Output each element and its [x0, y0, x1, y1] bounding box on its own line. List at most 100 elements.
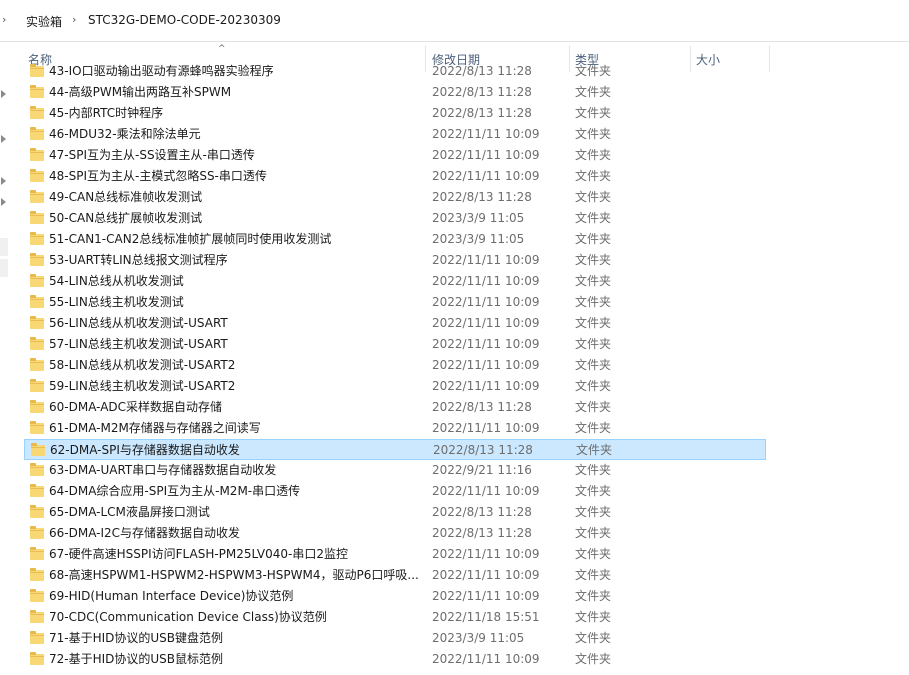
- item-type: 文件夹: [575, 505, 612, 519]
- modified-date: 2023/3/9 11:05: [432, 211, 525, 225]
- folder-name: 50-CAN总线扩展帧收发测试: [49, 211, 203, 225]
- folder-row[interactable]: 54-LIN总线从机收发测试 2022/11/11 10:09 文件夹: [24, 271, 766, 292]
- folder-row[interactable]: 44-高级PWM输出两路互补SPWM 2022/8/13 11:28 文件夹: [24, 82, 766, 103]
- folder-row[interactable]: 65-DMA-LCM液晶屏接口测试 2022/8/13 11:28 文件夹: [24, 502, 766, 523]
- folder-row[interactable]: 67-硬件高速HSSPI访问FLASH-PM25LV040-串口2监控 2022/…: [24, 544, 766, 565]
- folder-name: 72-基于HID协议的USB鼠标范例: [49, 652, 224, 666]
- folder-icon: [30, 232, 44, 245]
- folder-name: 69-HID(Human Interface Device)协议范例: [49, 589, 294, 603]
- folder-row[interactable]: 53-UART转LIN总线报文测试程序 2022/11/11 10:09 文件夹: [24, 250, 766, 271]
- folder-icon: [30, 211, 44, 224]
- breadcrumb-chevron-icon[interactable]: ›: [72, 13, 76, 26]
- sort-ascending-icon: ^: [218, 44, 226, 54]
- folder-row[interactable]: 69-HID(Human Interface Device)协议范例 2022/1…: [24, 586, 766, 607]
- folder-icon: [30, 106, 44, 119]
- file-list: 43-IO口驱动输出驱动有源蜂鸣器实验程序 2022/8/13 11:28 文件夹 4…: [0, 63, 909, 675]
- modified-date: 2022/11/11 10:09: [432, 148, 540, 162]
- folder-row[interactable]: 57-LIN总线主机收发测试-USART 2022/11/11 10:09 文件夹: [24, 334, 766, 355]
- folder-icon: [30, 484, 44, 497]
- folder-row[interactable]: 68-高速HSPWM1-HSPWM2-HSPWM3-HSPWM4，驱动P6口呼吸…: [24, 565, 766, 586]
- item-type: 文件夹: [575, 211, 612, 225]
- folder-name: 64-DMA综合应用-SPI互为主从-M2M-串口透传: [49, 484, 301, 498]
- folder-row[interactable]: 56-LIN总线从机收发测试-USART 2022/11/11 10:09 文件夹: [24, 313, 766, 334]
- folder-row[interactable]: 71-基于HID协议的USB键盘范例 2023/3/9 11:05 文件夹: [24, 628, 766, 649]
- item-type: 文件夹: [575, 316, 612, 330]
- folder-icon: [30, 505, 44, 518]
- folder-icon: [30, 589, 44, 602]
- folder-name: 61-DMA-M2M存储器与存储器之间读写: [49, 421, 261, 435]
- modified-date: 2022/8/13 11:28: [432, 505, 532, 519]
- folder-icon: [30, 169, 44, 182]
- folder-name: 54-LIN总线从机收发测试: [49, 274, 184, 288]
- folder-name: 68-高速HSPWM1-HSPWM2-HSPWM3-HSPWM4，驱动P6口呼吸…: [49, 568, 419, 582]
- folder-row[interactable]: 49-CAN总线标准帧收发测试 2022/8/13 11:28 文件夹: [24, 187, 766, 208]
- item-type: 文件夹: [575, 547, 612, 561]
- modified-date: 2022/11/11 10:09: [432, 379, 540, 393]
- folder-row[interactable]: 64-DMA综合应用-SPI互为主从-M2M-串口透传 2022/11/11 10…: [24, 481, 766, 502]
- modified-date: 2022/11/11 10:09: [432, 253, 540, 267]
- folder-row[interactable]: 60-DMA-ADC采样数据自动存储 2022/8/13 11:28 文件夹: [24, 397, 766, 418]
- modified-date: 2022/8/13 11:28: [432, 106, 532, 120]
- modified-date: 2023/3/9 11:05: [432, 631, 525, 645]
- folder-row[interactable]: 51-CAN1-CAN2总线标准帧扩展帧同时使用收发测试 2023/3/9 11:…: [24, 229, 766, 250]
- folder-name: 47-SPI互为主从-SS设置主从-串口透传: [49, 148, 255, 162]
- folder-row[interactable]: 72-基于HID协议的USB鼠标范例 2022/11/11 10:09 文件夹: [24, 649, 766, 670]
- item-type: 文件夹: [575, 400, 612, 414]
- item-type: 文件夹: [575, 274, 612, 288]
- folder-row[interactable]: 50-CAN总线扩展帧收发测试 2023/3/9 11:05 文件夹: [24, 208, 766, 229]
- item-type: 文件夹: [575, 169, 612, 183]
- folder-name: 65-DMA-LCM液晶屏接口测试: [49, 505, 210, 519]
- breadcrumb-item-lab[interactable]: 实验箱: [26, 13, 62, 30]
- modified-date: 2022/11/11 10:09: [432, 169, 540, 183]
- breadcrumb-item-folder[interactable]: STC32G-DEMO-CODE-20230309: [88, 13, 281, 27]
- modified-date: 2022/11/11 10:09: [432, 589, 540, 603]
- folder-row[interactable]: 63-DMA-UART串口与存储器数据自动收发 2022/9/21 11:16 文件…: [24, 460, 766, 481]
- modified-date: 2022/11/11 10:09: [432, 295, 540, 309]
- item-type: 文件夹: [575, 190, 612, 204]
- item-type: 文件夹: [575, 379, 612, 393]
- folder-row[interactable]: 46-MDU32-乘法和除法单元 2022/11/11 10:09 文件夹: [24, 124, 766, 145]
- folder-icon: [30, 400, 44, 413]
- folder-row[interactable]: 55-LIN总线主机收发测试 2022/11/11 10:09 文件夹: [24, 292, 766, 313]
- folder-row[interactable]: 61-DMA-M2M存储器与存储器之间读写 2022/11/11 10:09 文件夹: [24, 418, 766, 439]
- folder-name: 53-UART转LIN总线报文测试程序: [49, 253, 228, 267]
- modified-date: 2022/11/11 10:09: [432, 568, 540, 582]
- folder-row[interactable]: 70-CDC(Communication Device Class)协议范例 20…: [24, 607, 766, 628]
- folder-row[interactable]: 62-DMA-SPI与存储器数据自动收发 2022/8/13 11:28 文件夹: [24, 439, 766, 460]
- modified-date: 2022/11/11 10:09: [432, 484, 540, 498]
- modified-date: 2022/11/11 10:09: [432, 547, 540, 561]
- folder-name: 60-DMA-ADC采样数据自动存储: [49, 400, 223, 414]
- folder-row[interactable]: 59-LIN总线主机收发测试-USART2 2022/11/11 10:09 文件夹: [24, 376, 766, 397]
- address-bar[interactable]: › 实验箱 › STC32G-DEMO-CODE-20230309: [0, 0, 909, 42]
- folder-icon: [31, 443, 45, 456]
- folder-row[interactable]: 47-SPI互为主从-SS设置主从-串口透传 2022/11/11 10:09 文件…: [24, 145, 766, 166]
- folder-icon: [30, 358, 44, 371]
- item-type: 文件夹: [575, 337, 612, 351]
- item-type: 文件夹: [576, 443, 613, 457]
- item-type: 文件夹: [575, 253, 612, 267]
- modified-date: 2022/8/13 11:28: [432, 64, 532, 78]
- folder-row[interactable]: 48-SPI互为主从-主模式忽略SS-串口透传 2022/11/11 10:09 文…: [24, 166, 766, 187]
- folder-icon: [30, 652, 44, 665]
- folder-icon: [30, 253, 44, 266]
- modified-date: 2022/8/13 11:28: [432, 190, 532, 204]
- folder-icon: [30, 631, 44, 644]
- modified-date: 2022/11/11 10:09: [432, 274, 540, 288]
- modified-date: 2022/8/13 11:28: [432, 400, 532, 414]
- folder-icon: [30, 295, 44, 308]
- folder-row[interactable]: 66-DMA-I2C与存储器数据自动收发 2022/8/13 11:28 文件夹: [24, 523, 766, 544]
- folder-icon: [30, 568, 44, 581]
- folder-name: 71-基于HID协议的USB键盘范例: [49, 631, 224, 645]
- item-type: 文件夹: [575, 148, 612, 162]
- folder-row[interactable]: 43-IO口驱动输出驱动有源蜂鸣器实验程序 2022/8/13 11:28 文件夹: [24, 63, 766, 82]
- folder-row[interactable]: 58-LIN总线从机收发测试-USART2 2022/11/11 10:09 文件夹: [24, 355, 766, 376]
- modified-date: 2023/3/9 11:05: [432, 232, 525, 246]
- folder-name: 49-CAN总线标准帧收发测试: [49, 190, 203, 204]
- folder-name: 58-LIN总线从机收发测试-USART2: [49, 358, 236, 372]
- folder-row[interactable]: 45-内部RTC时钟程序 2022/8/13 11:28 文件夹: [24, 103, 766, 124]
- item-type: 文件夹: [575, 358, 612, 372]
- item-type: 文件夹: [575, 85, 612, 99]
- folder-icon: [30, 64, 44, 77]
- item-type: 文件夹: [575, 64, 612, 78]
- breadcrumb-chevron-icon[interactable]: ›: [2, 13, 6, 26]
